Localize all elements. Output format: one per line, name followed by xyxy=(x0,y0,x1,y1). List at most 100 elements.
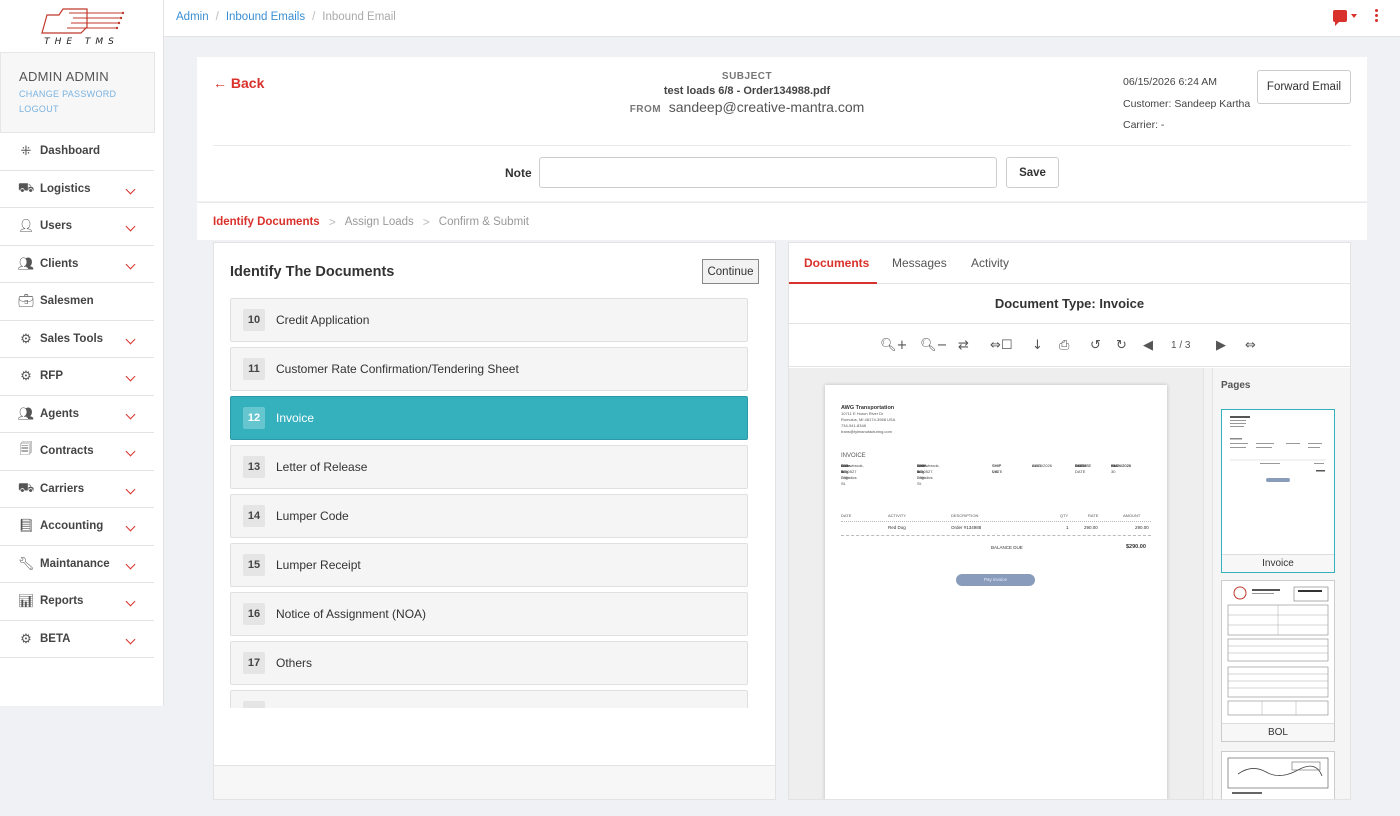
tab-activity[interactable]: Activity xyxy=(971,256,1009,270)
invoice-email: trans@tylmanufacturing.com xyxy=(841,429,892,434)
forward-email-button[interactable]: Forward Email xyxy=(1257,70,1351,104)
change-password-link[interactable]: CHANGE PASSWORD xyxy=(19,89,154,99)
sidebar-item-clients[interactable]: 👥︎ Clients xyxy=(0,246,154,283)
sidebar-item-maintanance[interactable]: 🔧︎ Maintanance xyxy=(0,546,154,583)
sidebar-item-logistics[interactable]: ⛟ Logistics xyxy=(0,171,154,208)
top-bar: Admin / Inbound Emails / Inbound Email xyxy=(164,0,1400,37)
sidebar-item-carriers[interactable]: ⛟ Carriers xyxy=(0,471,154,508)
rotate-right-icon[interactable]: ↻ xyxy=(1116,338,1127,353)
step-identify-documents[interactable]: Identify Documents xyxy=(213,216,320,228)
rotate-left-icon[interactable]: ↺ xyxy=(1090,338,1101,353)
invoice-page: AWG Transportation 10711 E Huron River D… xyxy=(825,385,1167,799)
from-label: FROM xyxy=(629,104,662,115)
chevron-down-icon[interactable] xyxy=(125,596,136,607)
document-type-item[interactable]: 15 Lumper Receipt xyxy=(230,543,748,587)
previous-page-icon[interactable]: ◀ xyxy=(1143,338,1153,353)
chevron-down-icon[interactable] xyxy=(125,259,136,269)
logo[interactable]: THE TMS xyxy=(0,0,163,52)
document-type-number: 15 xyxy=(243,554,265,576)
chevron-down-icon[interactable] xyxy=(125,184,136,194)
zoom-out-icon[interactable]: 🔍︎− xyxy=(920,338,947,353)
back-link[interactable]: ← Back xyxy=(213,75,264,91)
page-thumb-3[interactable] xyxy=(1221,751,1335,799)
sidebar-item-reports[interactable]: 📊︎ Reports xyxy=(0,583,154,621)
sidebar-item-users[interactable]: 👤︎ Users xyxy=(0,208,154,246)
viewer-scrollbar[interactable] xyxy=(1203,368,1212,799)
email-carrier: Carrier: - xyxy=(1123,119,1165,131)
invoice-thumb-preview xyxy=(1230,416,1326,482)
sidebar-item-dashboard[interactable]: ⁜ Dashboard xyxy=(0,133,154,171)
from-value: sandeep@creative-mantra.com xyxy=(668,99,865,115)
document-canvas[interactable]: AWG Transportation 10711 E Huron River D… xyxy=(789,368,1203,799)
subject-block: SUBJECT test loads 6/8 - Order134988.pdf… xyxy=(547,71,947,115)
sidebar-item-contracts[interactable]: 🗐 Contracts xyxy=(0,433,154,471)
identify-documents-panel: Identify The Documents Continue 10 Credit… xyxy=(213,242,776,800)
step-assign-loads[interactable]: Assign Loads xyxy=(345,216,414,228)
chevron-down-icon[interactable] xyxy=(125,484,136,494)
sidebar-item-label: Carriers xyxy=(40,482,85,495)
page-thumb-bol[interactable]: BOL xyxy=(1221,580,1335,742)
note-input[interactable] xyxy=(539,157,997,188)
viewer-toolbar: 🔍︎+ 🔍︎− ⇄ ⇔☐ ↓ ⎙ ↺ ↻ ◀ 1 / 3 ▶ ⇔ xyxy=(789,325,1350,367)
sidebar-item-agents[interactable]: 👥︎ Agents xyxy=(0,396,154,433)
users-group-icon: 👥︎ xyxy=(17,255,35,271)
print-icon[interactable]: ⎙ xyxy=(1059,338,1069,353)
chevron-down-icon[interactable] xyxy=(125,371,136,382)
sidebar-item-salesmen[interactable]: 💼︎ Salesmen xyxy=(0,283,154,321)
next-page-icon[interactable]: ▶ xyxy=(1216,338,1226,353)
logout-link[interactable]: LOGOUT xyxy=(19,104,154,114)
subject-value: test loads 6/8 - Order134988.pdf xyxy=(663,85,831,97)
tab-messages[interactable]: Messages xyxy=(892,256,947,270)
sidebar-item-accounting[interactable]: 📘︎ Accounting xyxy=(0,508,154,546)
download-icon[interactable]: ↓ xyxy=(1032,338,1043,353)
step-confirm-submit[interactable]: Confirm & Submit xyxy=(439,216,529,228)
document-type-item[interactable] xyxy=(230,690,748,708)
breadcrumb: Admin / Inbound Emails / Inbound Email xyxy=(176,11,396,23)
wizard-steps: Identify Documents > Assign Loads > Conf… xyxy=(197,202,1367,240)
sidebar-item-label: Accounting xyxy=(40,520,104,533)
document-type-label: Lumper Code xyxy=(276,509,349,523)
swap-icon[interactable]: ⇄ xyxy=(958,338,969,353)
document-type-item[interactable]: 17 Others xyxy=(230,641,748,685)
gears-icon: ⚙ xyxy=(20,368,32,384)
kebab-menu-icon[interactable] xyxy=(1375,9,1378,22)
document-type-label: Others xyxy=(276,656,313,670)
save-note-button[interactable]: Save xyxy=(1006,157,1059,188)
document-type-item[interactable]: 16 Notice of Assignment (NOA) xyxy=(230,592,748,636)
chevron-down-icon[interactable] xyxy=(125,409,136,419)
sidebar-item-rfp[interactable]: ⚙ RFP xyxy=(0,358,154,396)
sidebar-item-label: Reports xyxy=(40,595,84,608)
document-type-list[interactable]: 10 Credit Application 11 Customer Rate Conf… xyxy=(230,298,748,708)
gears-icon: ⚙ xyxy=(20,330,32,346)
document-type-item[interactable]: 11 Customer Rate Confirmation/Tendering S… xyxy=(230,347,748,391)
document-type-item[interactable]: 10 Credit Application xyxy=(230,298,748,342)
chat-icon[interactable] xyxy=(1333,9,1347,26)
document-type-number: 14 xyxy=(243,505,265,527)
tab-documents[interactable]: Documents xyxy=(804,256,869,270)
sidebar-item-sales-tools[interactable]: ⚙ Sales Tools xyxy=(0,321,154,358)
panel-footer xyxy=(214,765,775,799)
document-type-item[interactable]: 13 Letter of Release xyxy=(230,445,748,489)
fit-width-icon[interactable]: ⇔☐ xyxy=(990,338,1013,353)
breadcrumb-inbound-emails[interactable]: Inbound Emails xyxy=(226,11,305,23)
chevron-down-icon[interactable] xyxy=(125,221,136,232)
chevron-down-icon[interactable] xyxy=(125,559,136,569)
page-thumb-invoice[interactable]: Invoice xyxy=(1221,409,1335,573)
breadcrumb-admin[interactable]: Admin xyxy=(176,11,209,23)
zoom-in-icon[interactable]: 🔍︎+ xyxy=(880,338,907,353)
chevron-down-icon[interactable] xyxy=(125,446,136,457)
expand-icon[interactable]: ⇔ xyxy=(1245,338,1256,353)
step-separator: > xyxy=(422,214,430,229)
chevron-down-icon[interactable] xyxy=(125,334,136,344)
chevron-down-icon[interactable] xyxy=(1351,13,1357,18)
document-type-item[interactable]: 12 Invoice xyxy=(230,396,748,440)
continue-button[interactable]: Continue xyxy=(702,259,759,284)
chevron-down-icon[interactable] xyxy=(125,634,136,644)
chevron-down-icon[interactable] xyxy=(125,521,136,532)
invoice-title: INVOICE xyxy=(841,453,866,459)
sidebar-nav: ⁜ Dashboard ⛟ Logistics 👤︎ Users 👥︎ Clients 💼︎ Sa… xyxy=(0,133,163,658)
document-type-label: Notice of Assignment (NOA) xyxy=(276,607,427,621)
pay-invoice-button[interactable]: Pay invoice xyxy=(956,574,1035,586)
document-type-item[interactable]: 14 Lumper Code xyxy=(230,494,748,538)
sidebar-item-beta[interactable]: ⚙ BETA xyxy=(0,621,154,658)
